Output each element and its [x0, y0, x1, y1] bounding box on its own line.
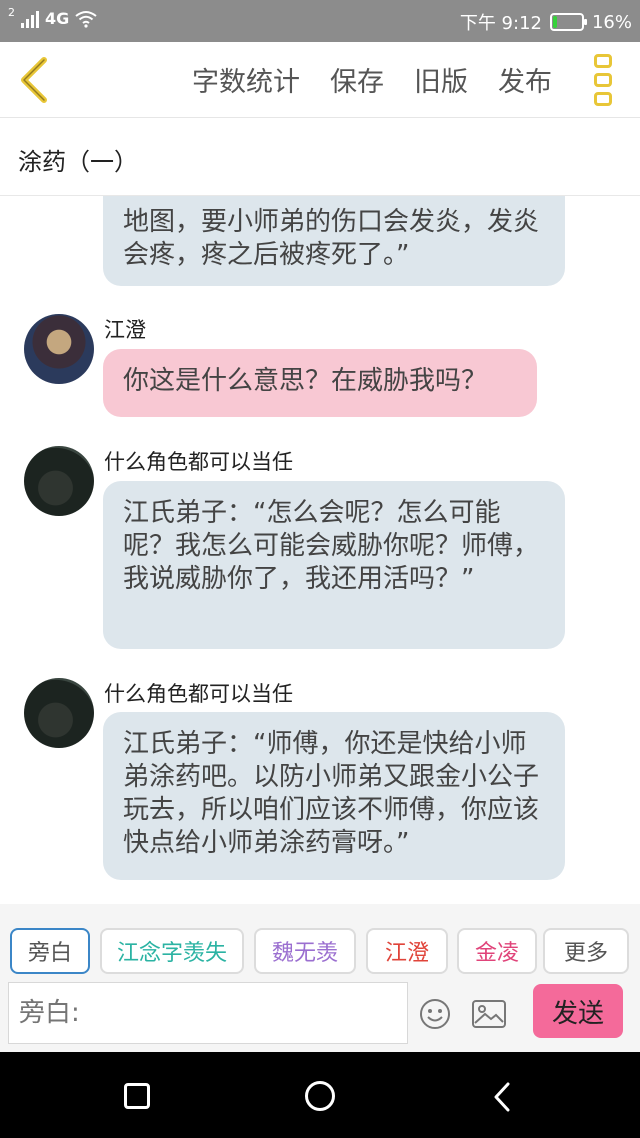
back-arrow-icon[interactable] [14, 56, 54, 104]
clock: 下午 9:12 [459, 13, 542, 34]
publish-button[interactable]: 发布 [498, 60, 552, 99]
role-tab-jiangcheng[interactable]: 江澄 [366, 928, 448, 974]
header-actions: 字数统计 保存 旧版 发布 [192, 60, 552, 99]
message-bubble[interactable]: 地图，要小师弟的伤口会发炎，发炎会疼，疼之后被疼死了。” [103, 196, 565, 286]
battery-icon [549, 13, 587, 31]
word-count-button[interactable]: 字数统计 [192, 60, 300, 99]
more-menu-icon[interactable] [594, 54, 616, 106]
avatar-any-role[interactable] [24, 678, 94, 748]
role-tab-more[interactable]: 更多 [543, 928, 629, 974]
role-tab-jinling[interactable]: 金凌 [457, 928, 537, 974]
role-tab-weiwuxian[interactable]: 魏无羡 [254, 928, 356, 974]
avatar-any-role[interactable] [24, 446, 94, 516]
battery-fill [552, 16, 557, 28]
status-bar: 2 4G 下午 9:12 16% [0, 0, 640, 42]
message-bubble[interactable]: 江氏弟子：“怎么会呢？怎么可能呢？我怎么可能会威胁你呢？师傅，我说威胁你了，我还… [103, 481, 565, 649]
emoji-icon[interactable] [419, 998, 451, 1030]
role-tab-narrator[interactable]: 旁白 [10, 928, 90, 974]
system-nav-bar [0, 1052, 640, 1138]
signal-icon [21, 10, 39, 28]
app-header: 字数统计 保存 旧版 发布 [0, 42, 640, 118]
status-right: 下午 9:12 16% [460, 9, 632, 35]
chapter-title[interactable]: 涂药（一） [0, 118, 640, 196]
chat-area[interactable]: 地图，要小师弟的伤口会发炎，发炎会疼，疼之后被疼死了。” 江澄 你这是什么意思？… [0, 196, 640, 904]
role-tab-jiangnian[interactable]: 江念字羡失 [100, 928, 244, 974]
network-type-label: 4G [45, 9, 70, 28]
composer: 旁白 江念字羡失 魏无羡 江澄 金凌 更多 发送 [0, 904, 640, 1052]
home-icon[interactable] [305, 1081, 335, 1111]
old-version-button[interactable]: 旧版 [414, 60, 468, 99]
save-button[interactable]: 保存 [330, 60, 384, 99]
message-bubble[interactable]: 江氏弟子：“师傅，你还是快给小师弟涂药吧。以防小师弟又跟金小公子玩去，所以咱们应… [103, 712, 565, 880]
sender-name: 江澄 [104, 318, 146, 342]
battery-percent: 16% [591, 11, 632, 33]
wifi-icon [75, 10, 97, 28]
sender-name: 什么角色都可以当任 [104, 682, 293, 706]
status-left: 2 4G [8, 6, 97, 28]
back-nav-icon[interactable] [492, 1081, 512, 1113]
sim-slot-label: 2 [8, 6, 15, 19]
message-bubble[interactable]: 你这是什么意思？在威胁我吗？ [103, 349, 537, 417]
image-icon[interactable] [472, 1000, 506, 1028]
avatar-jiangcheng[interactable] [24, 314, 94, 384]
recent-apps-icon[interactable] [124, 1083, 150, 1109]
sender-name: 什么角色都可以当任 [104, 450, 293, 474]
role-tabs: 旁白 江念字羡失 魏无羡 江澄 金凌 更多 [0, 926, 640, 976]
message-input[interactable] [8, 982, 408, 1044]
send-button[interactable]: 发送 [533, 984, 623, 1038]
